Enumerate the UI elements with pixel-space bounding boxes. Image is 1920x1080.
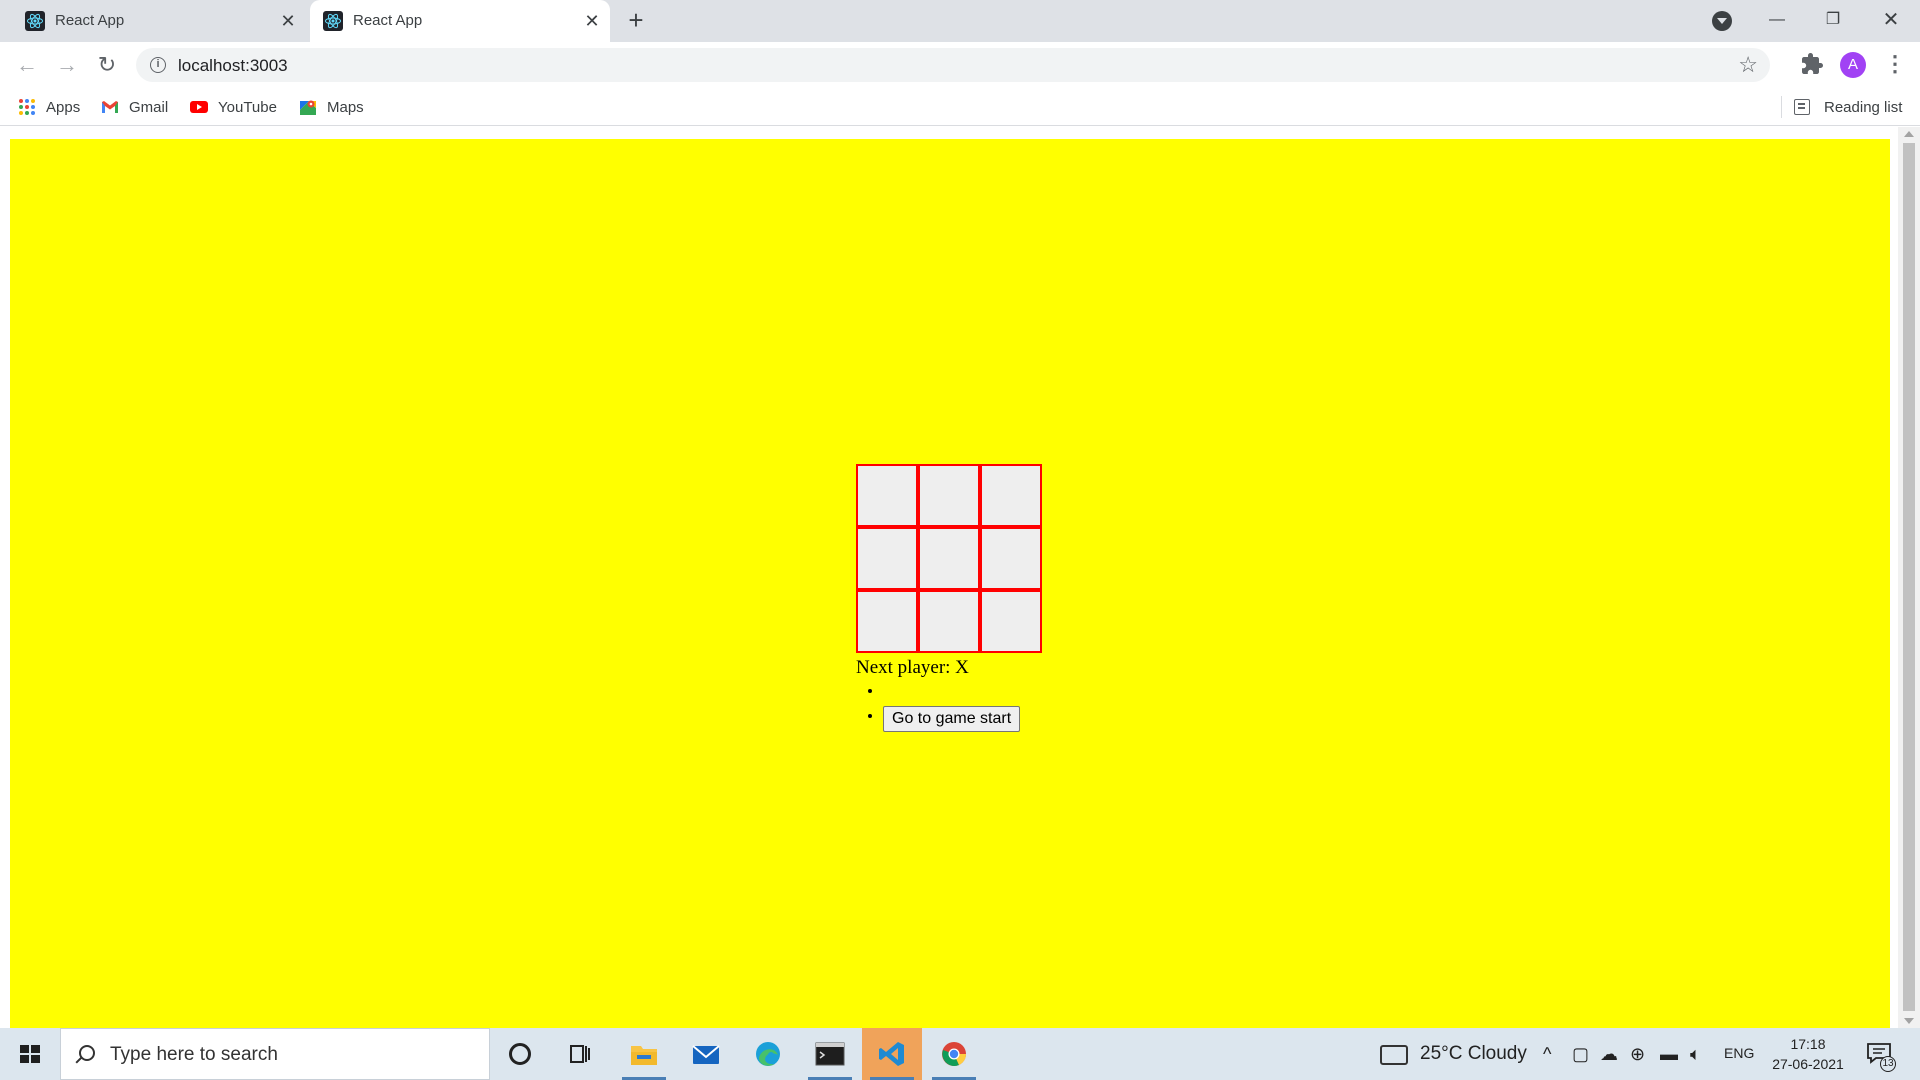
cortana-circle-icon [509,1043,531,1065]
game-status: Next player: X [856,657,969,678]
network-globe-icon[interactable]: ⊕ [1630,1045,1645,1063]
scrollbar-thumb[interactable] [1903,143,1915,1011]
clock-time: 17:18 [1790,1036,1826,1052]
app-container: Next player: X Go to game start [10,139,1890,1028]
gmail-icon [102,101,118,113]
clock-date: 27-06-2021 [1772,1056,1844,1072]
address-bar[interactable]: i localhost:3003 ☆ [136,48,1770,82]
more-menu-icon[interactable]: ⋮ [1884,52,1906,78]
page-viewport: Next player: X Go to game start [0,127,1920,1028]
reading-list-button[interactable]: Reading list [1794,96,1902,118]
bookmark-label: Gmail [129,98,169,116]
board-square-4[interactable] [856,527,918,590]
go-to-game-start-button[interactable]: Go to game start [883,706,1021,732]
new-tab-button[interactable]: + [624,7,648,33]
vscode-icon [879,1042,904,1066]
forward-arrow-icon[interactable]: → [53,51,81,79]
minimize-icon[interactable]: — [1762,6,1792,34]
board-square-2[interactable] [918,464,980,527]
reading-list-icon [1794,99,1810,115]
search-placeholder: Type here to search [110,1044,278,1065]
cortana-button[interactable] [490,1028,550,1080]
bookmark-gmail[interactable]: Gmail [101,96,168,118]
react-icon [323,11,343,31]
volume-icon[interactable]: 🔈︎ [1690,1045,1701,1063]
apps-grid-icon [19,99,35,115]
board-square-7[interactable] [856,590,918,653]
close-tab-icon[interactable]: ✕ [582,11,602,31]
taskbar-file-explorer[interactable] [614,1028,674,1080]
back-arrow-icon[interactable]: ← [13,51,41,79]
terminal-icon [815,1042,845,1066]
game-board [856,464,1042,653]
react-icon [25,11,45,31]
browser-toolbar: ← → ↻ i localhost:3003 ☆ A ⋮ [0,42,1920,88]
url-text[interactable]: localhost:3003 [178,56,288,76]
bookmarks-bar: Apps Gmail YouTube Maps Reading list [0,88,1920,126]
move-list-item: Go to game start [883,703,1042,732]
move-list-item [883,679,1042,703]
notification-count-badge: 13 [1880,1056,1896,1072]
search-icon [79,1045,95,1061]
taskbar-chrome[interactable] [924,1028,984,1080]
profile-avatar[interactable]: A [1840,52,1866,78]
tic-tac-toe-game: Next player: X Go to game start [856,464,1042,732]
tab-search-icon[interactable] [1712,11,1732,31]
start-button[interactable] [0,1028,60,1080]
windows-logo-icon [20,1045,40,1063]
weather-news-icon[interactable] [1380,1045,1408,1065]
scroll-up-arrow-icon[interactable] [1904,131,1914,137]
tab-title: React App [55,12,125,29]
bookmark-apps[interactable]: Apps [18,96,80,118]
input-language[interactable]: ENG [1724,1045,1754,1061]
board-square-6[interactable] [980,527,1042,590]
taskbar-mail[interactable] [676,1028,736,1080]
tab-title: React App [353,12,423,29]
reload-icon[interactable]: ↻ [93,51,121,79]
close-tab-icon[interactable]: ✕ [278,11,298,31]
taskbar-clock[interactable]: 17:18 27-06-2021 [1770,1034,1846,1074]
board-square-9[interactable] [980,590,1042,653]
board-square-3[interactable] [980,464,1042,527]
task-view-icon [570,1045,590,1063]
bookmark-label: Apps [46,98,81,116]
tab-react-app-2[interactable]: React App ✕ [310,0,610,42]
windows-taskbar: Type here to search 25°C Cloudy ^ ▢ ☁ ⊕ … [0,1028,1920,1080]
edge-icon [756,1042,780,1066]
tab-react-app-1[interactable]: React App ✕ [12,0,306,42]
bookmark-maps[interactable]: Maps [299,96,364,118]
show-hidden-icons-chevron-icon[interactable]: ^ [1543,1045,1551,1063]
board-square-5[interactable] [918,527,980,590]
board-square-8[interactable] [918,590,980,653]
site-info-icon[interactable]: i [150,57,166,73]
taskbar-edge[interactable] [738,1028,798,1080]
battery-icon[interactable]: ▬ [1660,1045,1678,1063]
bookmark-label: Maps [327,98,364,116]
bookmark-star-icon[interactable]: ☆ [1738,52,1758,78]
chrome-icon [942,1042,967,1066]
taskbar-vscode[interactable] [862,1028,922,1080]
onedrive-cloud-icon[interactable]: ☁ [1600,1045,1618,1063]
extensions-puzzle-icon[interactable] [1800,52,1824,76]
maps-icon [300,100,316,115]
weather-text[interactable]: 25°C Cloudy [1420,1043,1527,1065]
taskbar-search-box[interactable]: Type here to search [60,1028,490,1080]
scroll-down-arrow-icon[interactable] [1904,1018,1914,1024]
tab-strip: React App ✕ React App ✕ + — ❐ ✕ [0,0,1920,42]
board-square-1[interactable] [856,464,918,527]
bookmark-label: YouTube [218,98,277,116]
taskbar-terminal[interactable] [800,1028,860,1080]
restore-icon[interactable]: ❐ [1818,6,1848,34]
move-history-list: Go to game start [856,679,1042,732]
vertical-scrollbar[interactable] [1898,127,1920,1028]
youtube-icon [190,101,208,113]
mail-icon [692,1045,720,1064]
bookmarks-divider [1781,96,1782,118]
bookmark-youtube[interactable]: YouTube [190,96,277,118]
task-view-button[interactable] [550,1028,610,1080]
file-explorer-icon [631,1046,657,1065]
reading-list-label: Reading list [1824,98,1903,116]
close-window-icon[interactable]: ✕ [1876,6,1906,34]
meet-now-icon[interactable]: ▢ [1572,1045,1589,1063]
